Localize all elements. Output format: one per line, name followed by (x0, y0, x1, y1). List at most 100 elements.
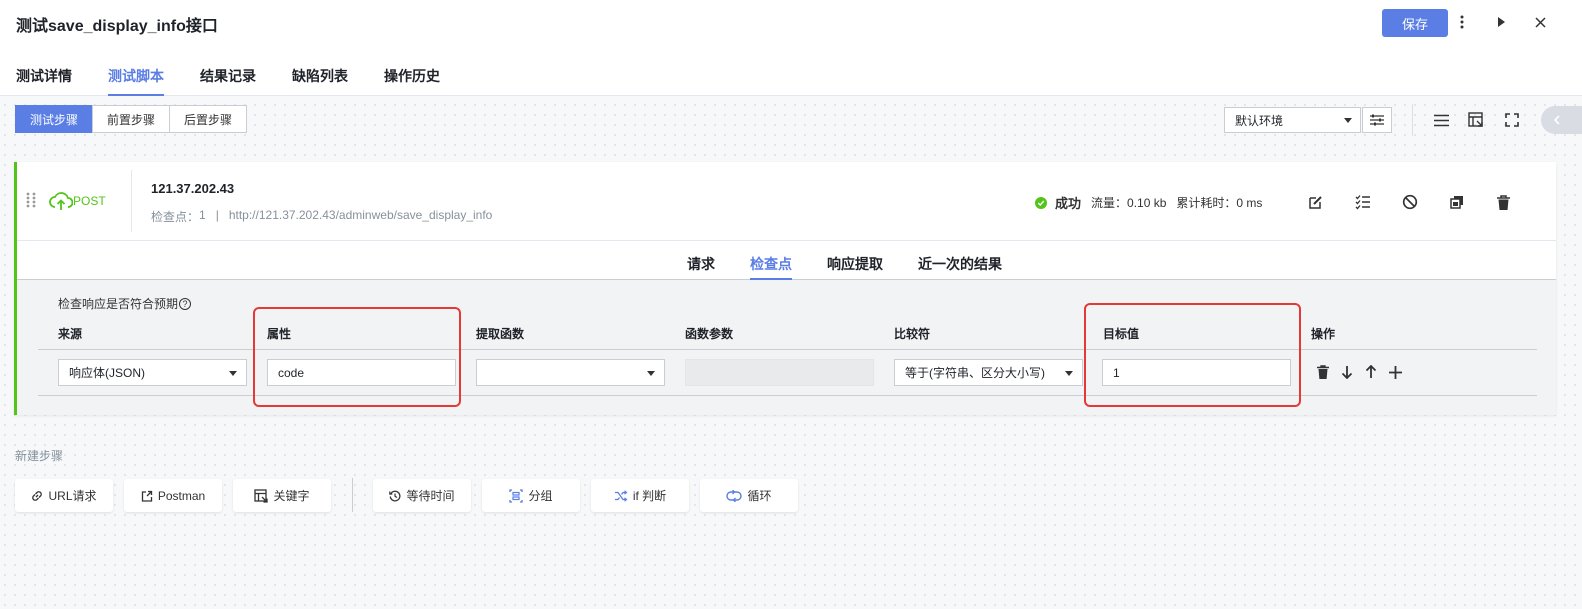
source-value: 响应体(JSON) (69, 366, 145, 380)
tab-response-extract[interactable]: 响应提取 (827, 254, 883, 280)
disable-icon[interactable] (1401, 193, 1419, 211)
add-loop-label: 循环 (747, 489, 772, 503)
add-group-label: 分组 (528, 489, 553, 503)
test-steps-button[interactable]: 测试步骤 (15, 105, 94, 133)
add-loop-button[interactable]: 循环 (700, 479, 798, 512)
tab-result-records[interactable]: 结果记录 (200, 66, 256, 96)
drag-handle-icon[interactable] (26, 192, 36, 211)
step-host: 121.37.202.43 (151, 181, 235, 196)
toolbar-divider (1412, 104, 1413, 136)
column-actions: 操作 (1311, 327, 1336, 341)
tab-checkpoints[interactable]: 检查点 (750, 254, 792, 280)
collapse-all-icon[interactable] (1466, 110, 1486, 130)
column-function-param: 函数参数 (685, 327, 734, 341)
add-row-icon[interactable] (1387, 364, 1403, 380)
add-keyword-button[interactable]: 关键字 (233, 479, 331, 512)
chevron-left-icon (1553, 115, 1560, 125)
step-meta: 检查点： 1 | http://121.37.202.43/adminweb/s… (151, 208, 492, 225)
elapsed-value: 累计耗时：0 ms (1176, 196, 1263, 210)
source-select[interactable]: 响应体(JSON) (58, 359, 247, 386)
traffic-value: 流量：0.10 kb (1091, 196, 1167, 210)
checkpoint-panel: 检查响应是否符合预期 ? 来源 属性 提取函数 函数参数 比较符 目标值 操作 … (17, 280, 1556, 415)
tab-test-script[interactable]: 测试脚本 (108, 66, 164, 96)
side-panel-toggle[interactable] (1541, 106, 1582, 134)
highlight-target-column (1084, 303, 1301, 407)
add-group-button[interactable]: 分组 (482, 479, 580, 512)
add-url-request-label: URL请求 (48, 489, 97, 503)
environment-select[interactable]: 默认环境 (1224, 107, 1361, 133)
cloud-upload-icon (49, 192, 73, 210)
chevron-down-icon (647, 371, 655, 376)
chevron-down-icon (1344, 118, 1352, 123)
method-label: POST (73, 194, 106, 208)
tab-request[interactable]: 请求 (687, 254, 715, 280)
add-if-label: if 判断 (632, 489, 667, 503)
add-postman-label: Postman (157, 488, 206, 503)
group-icon (509, 488, 524, 503)
add-wait-time-button[interactable]: 等待时间 (373, 479, 471, 512)
step-card: POST 121.37.202.43 检查点： 1 | http://121.3… (14, 162, 1556, 415)
tab-test-details[interactable]: 测试详情 (16, 66, 72, 96)
column-extract-function: 提取函数 (476, 327, 525, 341)
edit-icon[interactable] (1307, 193, 1325, 211)
move-up-icon[interactable] (1363, 364, 1379, 380)
loop-icon (726, 489, 743, 502)
main-tabs: 测试详情 测试脚本 结果记录 缺陷列表 操作历史 (16, 66, 476, 96)
step-url: http://121.37.202.43/adminweb/save_displ… (228, 208, 493, 222)
add-url-request-button[interactable]: URL请求 (15, 479, 113, 512)
checkpoint-note: 检查响应是否符合预期 ? (58, 295, 192, 312)
column-source: 来源 (58, 327, 83, 341)
extract-function-select[interactable] (476, 359, 665, 386)
new-step-label: 新建步骤 (15, 449, 64, 463)
column-comparator: 比较符 (894, 327, 931, 341)
step-detail-tabs: 请求 检查点 响应提取 近一次的结果 (17, 241, 1556, 280)
move-down-icon[interactable] (1339, 364, 1355, 380)
checkpoints-label: 检查点： (151, 210, 200, 224)
top-bar: 测试save_display_info接口 保存 测试详情 测试脚本 结果记录 … (0, 0, 1582, 96)
save-button[interactable]: 保存 (1382, 9, 1448, 37)
highlight-attribute-column (253, 307, 461, 407)
tab-last-result[interactable]: 近一次的结果 (918, 254, 1002, 280)
run-icon[interactable] (1492, 12, 1510, 32)
branch-icon (614, 489, 628, 502)
chevron-down-icon (1065, 371, 1073, 376)
meta-separator: | (215, 208, 219, 222)
fullscreen-icon[interactable] (1502, 110, 1522, 130)
status-badge: 成功 (1055, 196, 1082, 211)
help-icon[interactable]: ? (179, 297, 192, 310)
keyword-icon (254, 488, 269, 503)
step-type-switch: 测试步骤 前置步骤 后置步骤 (15, 105, 248, 133)
link-icon (31, 490, 43, 502)
copy-icon[interactable] (1448, 193, 1466, 211)
tab-defect-list[interactable]: 缺陷列表 (292, 66, 348, 96)
page-title: 测试save_display_info接口 (16, 18, 218, 35)
checklist-icon[interactable] (1354, 193, 1372, 211)
success-check-icon (1035, 196, 1047, 209)
list-view-icon[interactable] (1431, 110, 1451, 130)
more-icon[interactable] (1453, 12, 1471, 32)
chevron-down-icon (229, 371, 237, 376)
comparator-select[interactable]: 等于(字符串、区分大小写) (894, 359, 1083, 386)
http-method: POST (49, 191, 106, 211)
checkpoints-count: 1 (199, 208, 206, 222)
pre-steps-button[interactable]: 前置步骤 (92, 105, 171, 133)
new-step-divider (352, 478, 353, 512)
sliders-icon (1370, 114, 1384, 126)
add-if-button[interactable]: if 判断 (591, 479, 689, 512)
environment-settings-button[interactable] (1362, 107, 1392, 133)
function-param-input (685, 359, 874, 386)
add-postman-button[interactable]: Postman (124, 479, 222, 512)
tab-operation-history[interactable]: 操作历史 (384, 66, 440, 96)
post-steps-button[interactable]: 后置步骤 (169, 105, 248, 133)
history-clock-icon (389, 490, 402, 502)
row-delete-icon[interactable] (1315, 364, 1331, 380)
delete-icon[interactable] (1494, 193, 1512, 211)
import-icon (141, 490, 153, 502)
close-icon[interactable] (1531, 12, 1549, 32)
checkpoint-note-text: 检查响应是否符合预期 (58, 297, 179, 311)
card-divider (131, 170, 132, 232)
environment-value: 默认环境 (1235, 113, 1284, 128)
add-keyword-label: 关键字 (273, 489, 310, 503)
comparator-value: 等于(字符串、区分大小写) (905, 366, 1045, 380)
add-wait-time-label: 等待时间 (406, 489, 455, 503)
